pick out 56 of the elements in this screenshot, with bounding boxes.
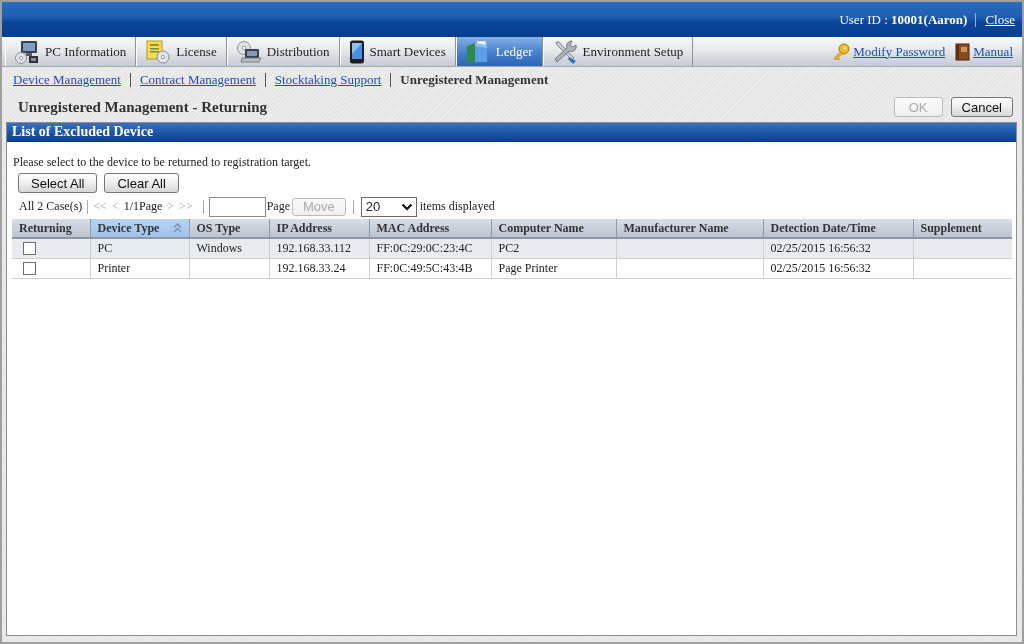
column-header[interactable]: MAC Address (369, 219, 491, 238)
table-cell: 02/25/2015 16:56:32 (763, 258, 913, 278)
select-button[interactable]: Select All (18, 173, 98, 193)
header-link[interactable]: Modify Password (853, 43, 946, 60)
nav-tab[interactable]: Distribution (226, 37, 340, 66)
section-link[interactable]: Device Management (13, 71, 121, 88)
table-cell: PC (90, 238, 189, 258)
header-link[interactable]: Manual (973, 43, 1013, 60)
page-input-field[interactable] (208, 196, 266, 217)
laptop-icon (235, 39, 262, 64)
table-cell: PC2 (491, 238, 616, 258)
table-cell: FF:0C:49:5C:43:4B (369, 258, 491, 278)
case-count: All 2 Case(s) (19, 199, 83, 214)
table-cell: 192.168.33.24 (269, 258, 369, 278)
column-header[interactable]: IP Address (269, 219, 369, 238)
items-per-page-select[interactable]: 20 (360, 196, 417, 217)
action-button[interactable]: Cancel (950, 97, 1013, 117)
table-cell: Printer (90, 258, 189, 278)
certificate-icon (145, 39, 172, 64)
table-cell: Windows (189, 238, 269, 258)
table-cell: 192.168.33.112 (269, 238, 369, 258)
page-label: Page (266, 199, 290, 214)
table-cell: Page Printer (491, 258, 616, 278)
current-section-label: Unregistered Management (400, 71, 549, 88)
column-header[interactable]: Detection Date/Time (763, 219, 913, 238)
section-link[interactable]: Contract Management (139, 71, 256, 88)
key-icon (833, 42, 851, 61)
column-header[interactable]: Computer Name (491, 219, 616, 238)
nav-tab[interactable]: Smart Devices (339, 37, 456, 66)
phone-icon (348, 39, 365, 64)
instruction-text: Please select to the device to be returned to registration target. (12, 155, 312, 169)
section-link[interactable]: Stocktaking Support (274, 71, 382, 88)
column-header[interactable]: OS Type (189, 219, 269, 238)
items-displayed-label: items displayed (419, 199, 495, 214)
column-header[interactable]: Returning (12, 219, 90, 238)
computer-icon (14, 39, 40, 64)
page-info: 1/1Page (123, 199, 163, 214)
user-id-label: User ID : 10001(Aaron) (839, 11, 968, 28)
nav-tab[interactable]: Environment Setup (542, 37, 694, 66)
page-title: Unregistered Management - Returning (18, 98, 267, 116)
table-cell: FF:0C:29:0C:23:4C (369, 238, 491, 258)
select-button[interactable]: Clear All (104, 173, 179, 193)
column-header[interactable]: Device Type (90, 219, 189, 238)
column-header[interactable]: Manufacturer Name (616, 219, 763, 238)
column-header[interactable]: Supplement (913, 219, 1012, 238)
close-link[interactable]: Close (975, 12, 1015, 27)
chevron-down-icon (400, 202, 413, 211)
nav-tab[interactable]: Ledger (455, 37, 543, 66)
checkbox[interactable] (23, 241, 36, 255)
nav-tab[interactable]: PC Information (5, 37, 137, 66)
table-cell: 02/25/2015 16:56:32 (763, 238, 913, 258)
sort-ascending-icon (172, 223, 182, 233)
book-icon (955, 42, 971, 61)
checkbox[interactable] (23, 261, 36, 275)
nav-tab[interactable]: License (136, 37, 227, 66)
panel-title: List of Excluded Device (12, 124, 154, 140)
